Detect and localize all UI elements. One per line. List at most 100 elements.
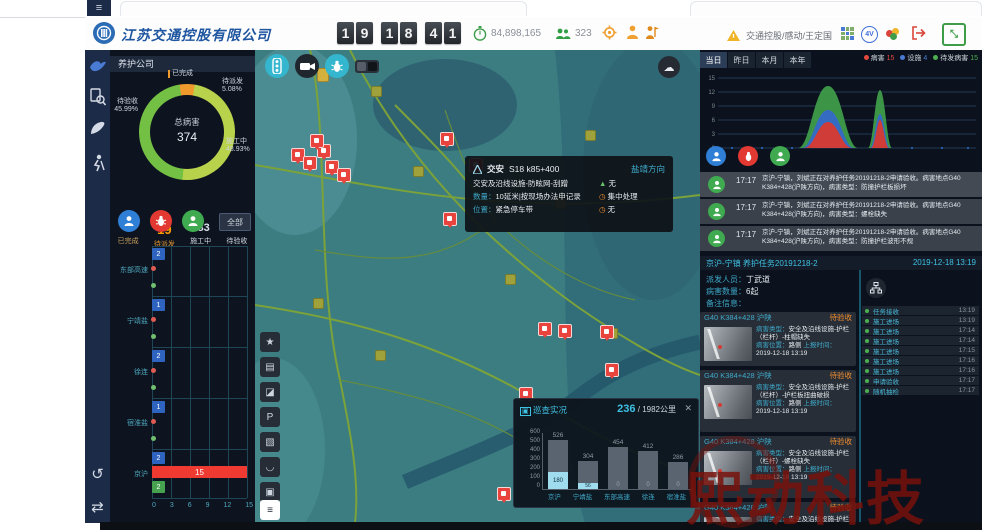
nav-bird-icon[interactable] [85, 58, 110, 79]
nav-hand-icon[interactable] [85, 120, 110, 141]
tab-month[interactable]: 本月 [756, 52, 784, 68]
map-menu-button[interactable]: ≡ [260, 500, 280, 520]
event-filter-green-button[interactable] [770, 146, 790, 166]
gear-icon[interactable] [602, 25, 617, 45]
worker-event-icon [708, 230, 725, 247]
timeline-row[interactable]: 随机抽检17:17 [862, 386, 979, 395]
popup-bar[interactable]: 304 56 [578, 461, 598, 489]
event-pin[interactable] [538, 322, 552, 336]
palette-dots-icon[interactable] [886, 28, 902, 40]
event-filter-red-button[interactable] [738, 146, 758, 166]
event-pin[interactable] [497, 487, 511, 501]
disease-photo[interactable] [704, 327, 752, 361]
timeline-row[interactable]: 施工进场17:16 [862, 356, 979, 365]
layer-toggle[interactable] [355, 60, 379, 73]
person-icon[interactable] [626, 25, 639, 45]
task-title[interactable]: 京沪-宁镇 养护任务20191218-2 [706, 258, 818, 269]
event-row[interactable]: 17:17 京沪-宁镇，刘斌正在对养护任务20191218-2申请验收。病害地点… [700, 172, 982, 197]
blue-count-badge[interactable]: 1 [152, 401, 165, 413]
timeline-row[interactable]: 任务接收13:19 [862, 306, 979, 315]
filter-green-worker-button[interactable] [182, 210, 204, 232]
service-tool-button[interactable]: ◡ [260, 457, 280, 477]
blue-count-badge[interactable]: 2 [152, 350, 165, 362]
disease-card[interactable]: G40 K384+428 沪陕待验收 病害类型：安全及沿线设施-护栏（栏杆）-柱… [700, 312, 856, 366]
callout-pct: 48.93% [226, 146, 250, 154]
nav-inspect-icon[interactable] [85, 88, 110, 111]
facility-tool-button[interactable]: ◪ [260, 382, 280, 402]
event-pin[interactable] [558, 324, 572, 338]
tab-yesterday[interactable]: 昨日 [728, 52, 756, 68]
dispatcher-row: 派发人员：丁武道 [706, 274, 770, 285]
popup-bar[interactable]: 526 180 [548, 440, 568, 489]
blue-count-badge[interactable]: 1 [152, 299, 165, 311]
x-tick: 3 [170, 502, 174, 509]
imagery-tool-button[interactable]: ▣ [260, 482, 280, 502]
green-count-badge[interactable]: 2 [152, 481, 165, 493]
tab-today[interactable]: 当日 [700, 52, 728, 68]
buildings-tool-button[interactable]: ▤ [260, 357, 280, 377]
disease-photo[interactable] [704, 385, 752, 419]
filter-blue-worker-button[interactable] [118, 210, 140, 232]
event-row[interactable]: 17:17 京沪-宁镇，刘斌正在对养护任务20191218-2申请验收。病害地点… [700, 199, 982, 224]
weather-button[interactable]: ☁ [658, 56, 680, 78]
popup-categories: 京沪 宁靖盐 东部高速 徐连 宿淮盐 [542, 491, 692, 501]
camera-button[interactable] [295, 54, 319, 78]
disease-bug-button[interactable] [325, 54, 349, 78]
undo-icon[interactable]: ↺ [85, 465, 110, 483]
user-breadcrumb[interactable]: 交通控股/感动/王定国 [746, 29, 832, 42]
legend-facility: 设施 4 [900, 53, 927, 63]
callout-label: 施工中 [226, 138, 250, 146]
blue-count-badge[interactable]: 2 [152, 248, 165, 260]
timeline-row[interactable]: 施工进场17:15 [862, 346, 979, 355]
popup-progress-value: 236 [617, 403, 635, 415]
timeline-row[interactable]: 施工进场17:16 [862, 366, 979, 375]
popup-bar[interactable]: 454 0 [608, 447, 628, 489]
popup-bar[interactable]: 412 0 [638, 451, 658, 489]
gis-map[interactable]: ☁ ★ ▤ ◪ P ▧ ◡ ▣ ≡ 交安 S18 k85+400 盐靖方向 交安… [255, 50, 700, 523]
timeline-row[interactable]: 申请验收17:17 [862, 376, 979, 385]
event-pin[interactable] [600, 325, 614, 339]
timeline-row[interactable]: 施工进场13:19 [862, 316, 979, 325]
trend-legend: 病害 15 设施 4 待发病害 15 [864, 53, 978, 63]
filter-red-disease-button[interactable] [150, 210, 172, 232]
svg-text:6: 6 [712, 118, 716, 124]
card-status-badge: 待验收 [830, 312, 853, 324]
nav-cleaner-icon[interactable] [85, 154, 110, 177]
nav-rail: ↺ ⇄ [85, 50, 110, 523]
event-filter-blue-button[interactable] [706, 146, 726, 166]
apps-grid-icon[interactable] [841, 27, 854, 40]
tab-year[interactable]: 本年 [784, 52, 812, 68]
stats-tool-button[interactable]: ▧ [260, 432, 280, 452]
event-pin[interactable] [310, 134, 324, 148]
4v-badge-icon[interactable]: 4V [861, 26, 878, 43]
event-pin[interactable] [443, 212, 457, 226]
timeline-row[interactable]: 施工进场17:14 [862, 326, 979, 335]
favorites-tool-button[interactable]: ★ [260, 332, 280, 352]
event-pin[interactable] [605, 363, 619, 377]
red-value-bar[interactable]: 15 [152, 466, 247, 478]
fullscreen-toggle-icon[interactable]: ⤡ [942, 23, 966, 46]
traffic-light-button[interactable] [265, 54, 289, 78]
worker-flag-icon[interactable] [645, 25, 659, 45]
popup-bar[interactable]: 286 0 [668, 462, 688, 489]
x-tick: 9 [206, 502, 210, 509]
event-pin[interactable] [337, 168, 351, 182]
timeline-row[interactable]: 施工进场17:14 [862, 336, 979, 345]
green-dot [151, 283, 156, 288]
watermark-text: 熙动科技 [686, 452, 926, 530]
logout-icon[interactable] [911, 26, 926, 45]
svg-text:12: 12 [708, 90, 715, 96]
event-pin[interactable] [303, 156, 317, 170]
parking-tool-button[interactable]: P [260, 407, 280, 427]
donut-callout-construct: 施工中 48.93% [226, 138, 250, 154]
road-shield [375, 350, 386, 361]
blue-count-badge[interactable]: 2 [152, 452, 165, 464]
all-filter-button[interactable]: 全部 [219, 213, 251, 231]
worker-event-icon [708, 176, 725, 193]
event-pin[interactable] [440, 132, 454, 146]
event-row[interactable]: 17:17 京沪-宁镇，刘斌正在对养护任务20191218-2申请验收。病害地点… [700, 226, 982, 251]
swap-icon[interactable]: ⇄ [85, 498, 110, 516]
disease-card[interactable]: G40 K384+428 沪陕待验收 病害类型：安全及沿线设施-护栏（栏杆）-护… [700, 370, 856, 432]
popup-close-icon[interactable]: ✕ [684, 403, 692, 414]
hamburger-menu-button[interactable]: ≡ [87, 0, 111, 16]
